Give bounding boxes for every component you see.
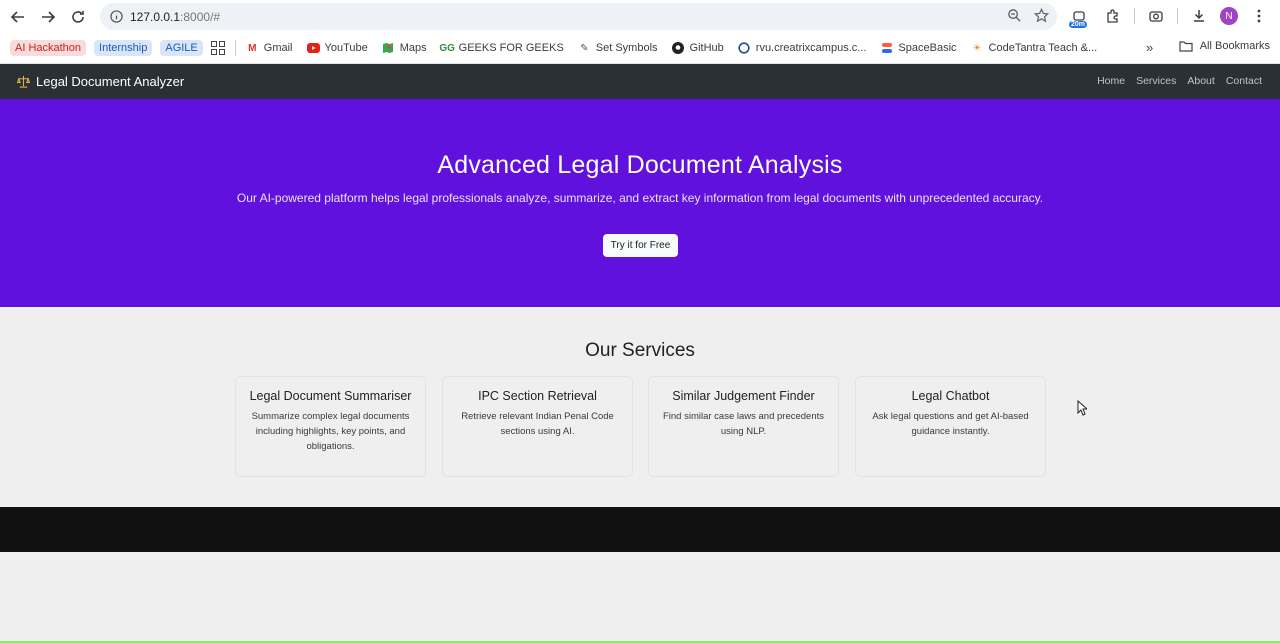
zoom-icon[interactable] <box>1007 8 1022 23</box>
forward-button[interactable] <box>33 2 63 32</box>
maps-icon <box>382 42 395 55</box>
service-card-chatbot[interactable]: Legal Chatbot Ask legal questions and ge… <box>855 376 1046 477</box>
more-vert-icon <box>1257 9 1261 23</box>
timer-extension-button[interactable]: 20m <box>1066 3 1092 29</box>
services-heading: Our Services <box>585 340 695 361</box>
nav-links: Home Services About Contact <box>1097 75 1262 87</box>
bookmark-maps[interactable]: Maps <box>382 42 427 55</box>
address-bar[interactable]: 127.0.0.1:8000/# <box>100 3 1057 30</box>
browser-menu-button[interactable] <box>1246 3 1272 29</box>
puzzle-icon <box>1107 9 1118 23</box>
spacebasic-icon <box>880 42 893 55</box>
github-icon <box>672 42 685 55</box>
extension-badge: 20m <box>1069 21 1088 28</box>
reload-button[interactable] <box>63 2 93 32</box>
service-card-description: Retrieve relevant Indian Penal Code sect… <box>461 411 614 437</box>
extensions-button[interactable] <box>1100 3 1126 29</box>
bookmark-codetantra[interactable]: ☀ CodeTantra Teach &... <box>971 42 1098 55</box>
profile-avatar[interactable]: N <box>1220 7 1238 25</box>
nav-about-link[interactable]: About <box>1187 75 1214 87</box>
arrow-left-icon <box>10 10 24 23</box>
brand-name: Legal Document Analyzer <box>36 74 185 89</box>
camera-icon <box>1149 11 1163 22</box>
bookmark-folder-agile[interactable]: AGILE <box>160 40 203 56</box>
gmail-icon: M <box>248 42 257 54</box>
bookmark-separator <box>234 40 236 56</box>
nav-services-link[interactable]: Services <box>1136 75 1176 87</box>
hero-section: Advanced Legal Document Analysis Our AI-… <box>0 99 1280 307</box>
bookmark-youtube[interactable]: YouTube <box>306 42 368 55</box>
service-card-judgement-finder[interactable]: Similar Judgement Finder Find similar ca… <box>648 376 839 477</box>
browser-toolbar: 127.0.0.1:8000/# 20m N <box>0 0 1280 33</box>
folder-icon <box>1179 41 1193 52</box>
nav-home-link[interactable]: Home <box>1097 75 1125 87</box>
service-card-title: Legal Document Summariser <box>249 389 412 403</box>
service-card-description: Ask legal questions and get AI-based gui… <box>872 411 1029 437</box>
creatrix-icon <box>738 42 751 55</box>
try-free-button[interactable]: Try it for Free <box>603 234 678 257</box>
bookmark-star-icon[interactable] <box>1034 8 1049 23</box>
toolbar-divider <box>1177 8 1178 24</box>
bookmark-set-symbols[interactable]: ✎ Set Symbols <box>578 42 657 55</box>
site-info-icon[interactable] <box>102 10 130 23</box>
scale-of-justice-icon <box>17 75 30 88</box>
bookmark-folder-ai-hackathon[interactable]: AI Hackathon <box>10 40 87 56</box>
service-card-ipc-retrieval[interactable]: IPC Section Retrieval Retrieve relevant … <box>442 376 633 477</box>
set-symbols-icon: ✎ <box>580 42 589 54</box>
youtube-icon <box>306 42 320 55</box>
bookmarks-bar: AI Hackathon Internship AGILE M Gmail You… <box>0 33 1280 64</box>
more-bookmarks-chevron-icon[interactable]: » <box>1146 40 1153 55</box>
gfg-icon: GG <box>439 42 455 54</box>
service-card-description: Summarize complex legal documents includ… <box>251 411 410 452</box>
screenshot-extension-button[interactable] <box>1143 3 1169 29</box>
brand-link[interactable]: Legal Document Analyzer <box>17 74 184 89</box>
reload-icon <box>72 10 84 23</box>
bookmark-folder-internship[interactable]: Internship <box>94 40 153 56</box>
toolbar-divider <box>1134 8 1135 24</box>
arrow-right-icon <box>42 10 56 23</box>
bookmark-gmail[interactable]: M Gmail <box>246 42 292 55</box>
url-text: 127.0.0.1:8000/# <box>130 9 221 24</box>
bookmark-creatrix[interactable]: rvu.creatrixcampus.c... <box>738 42 866 55</box>
services-section: Our Services Legal Document Summariser S… <box>0 307 1280 507</box>
nav-contact-link[interactable]: Contact <box>1226 75 1262 87</box>
footer-bar <box>0 507 1280 552</box>
hero-title: Advanced Legal Document Analysis <box>437 151 843 179</box>
apps-grid-icon[interactable] <box>210 41 225 55</box>
back-button[interactable] <box>3 2 33 32</box>
bookmark-geeksforgeeks[interactable]: GG GEEKS FOR GEEKS <box>439 42 563 55</box>
service-card-title: IPC Section Retrieval <box>478 389 597 403</box>
mouse-cursor-icon <box>1077 400 1087 416</box>
service-card-title: Legal Chatbot <box>911 389 990 403</box>
download-icon <box>1194 10 1204 22</box>
downloads-button[interactable] <box>1186 3 1212 29</box>
service-card-title: Similar Judgement Finder <box>672 389 815 403</box>
site-navbar: Legal Document Analyzer Home Services Ab… <box>0 64 1280 99</box>
all-bookmarks-button[interactable]: All Bookmarks <box>1179 40 1270 52</box>
hero-subtitle: Our AI-powered platform helps legal prof… <box>236 191 1044 205</box>
codetantra-icon: ☀ <box>972 42 982 54</box>
bookmark-github[interactable]: GitHub <box>672 42 724 55</box>
service-card-description: Find similar case laws and precedents us… <box>662 411 825 437</box>
service-card-summariser[interactable]: Legal Document Summariser Summarize comp… <box>235 376 426 477</box>
bookmark-spacebasic[interactable]: SpaceBasic <box>880 42 957 55</box>
